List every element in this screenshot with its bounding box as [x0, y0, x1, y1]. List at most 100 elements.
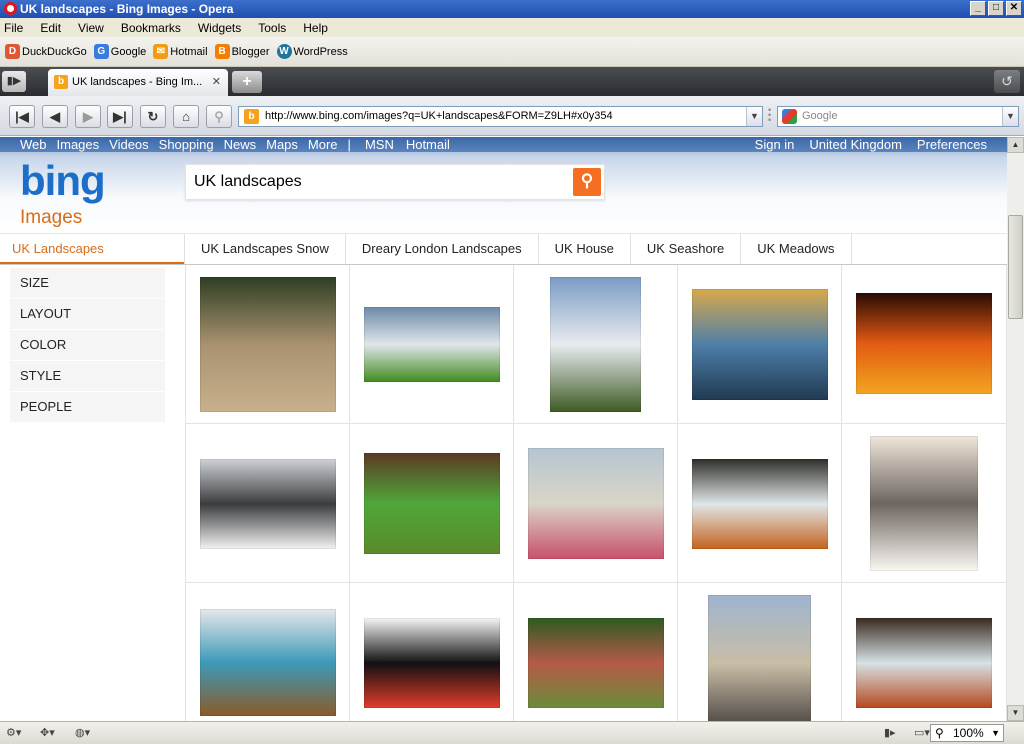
new-tab-button[interactable]: +	[232, 71, 262, 93]
image-result[interactable]	[186, 265, 350, 424]
nav-more[interactable]: More	[308, 137, 338, 153]
scroll-thumb[interactable]	[1008, 215, 1023, 319]
address-field[interactable]: b http://www.bing.com/images?q=UK+landsc…	[238, 106, 763, 127]
nav-maps[interactable]: Maps	[266, 137, 298, 153]
image-result[interactable]	[678, 265, 842, 424]
forward-button[interactable]: ▶	[75, 105, 101, 128]
security-icon[interactable]: ⚲	[206, 105, 232, 128]
image-result[interactable]	[350, 583, 514, 721]
nav-news[interactable]: News	[224, 137, 257, 153]
page-scrollbar[interactable]: ▲ ▼	[1007, 137, 1024, 721]
bookmark-duckduckgo[interactable]: D DuckDuckGo	[5, 44, 87, 59]
bookmark-google[interactable]: G Google	[93, 44, 146, 59]
close-button[interactable]: ✕	[1006, 1, 1022, 16]
menu-edit[interactable]: Edit	[40, 21, 61, 35]
menu-widgets[interactable]: Widgets	[198, 21, 241, 35]
town-hall-thumbnail[interactable]	[708, 595, 811, 721]
autumn-forest-thumbnail[interactable]	[856, 293, 992, 394]
frosty-tree-thumbnail[interactable]	[870, 436, 978, 571]
image-result[interactable]	[186, 424, 350, 583]
lawn-fence-thumbnail[interactable]	[364, 453, 500, 554]
back-button[interactable]: ◀	[42, 105, 68, 128]
image-result[interactable]	[350, 265, 514, 424]
menu-tools[interactable]: Tools	[258, 21, 286, 35]
bookmark-blogger[interactable]: B Blogger	[214, 44, 270, 59]
village-church-thumbnail[interactable]	[550, 277, 641, 412]
closed-tabs-icon[interactable]: ↺	[994, 70, 1020, 93]
poppy-art-thumbnail[interactable]	[200, 609, 336, 716]
menu-file[interactable]: File	[4, 21, 23, 35]
nav-web[interactable]: Web	[20, 137, 47, 153]
filter-people[interactable]: PEOPLE	[10, 392, 165, 423]
search-icon[interactable]: ⚲	[573, 168, 601, 196]
image-result[interactable]	[842, 424, 1007, 583]
snowy-lane-thumbnail[interactable]	[200, 459, 336, 549]
image-result[interactable]	[186, 583, 350, 721]
related-uk-landscapes-snow[interactable]: UK Landscapes Snow	[184, 234, 345, 264]
menu-bookmarks[interactable]: Bookmarks	[121, 21, 181, 35]
garden-patio-thumbnail[interactable]	[200, 277, 336, 412]
navigation-bar: |◀ ◀ ▶ ▶| ↻ ⌂ ⚲ b http://www.bing.com/im…	[0, 96, 1024, 136]
filter-layout[interactable]: LAYOUT	[10, 299, 165, 330]
fast-forward-button[interactable]: ▶|	[107, 105, 133, 128]
filter-style[interactable]: STYLE	[10, 361, 165, 392]
unite-icon[interactable]: ⚙▾	[6, 726, 32, 740]
watercolour-church-thumbnail[interactable]	[528, 448, 664, 559]
reload-button[interactable]: ↻	[140, 105, 166, 128]
tab-close-icon[interactable]: ✕	[212, 69, 221, 96]
minimize-button[interactable]: _	[970, 1, 986, 16]
related-active-uk-landscapes[interactable]: UK Landscapes	[0, 234, 184, 264]
scroll-up-icon[interactable]: ▲	[1007, 137, 1024, 153]
zoom-dropdown-icon[interactable]: ▼	[991, 725, 1000, 741]
nav-videos[interactable]: Videos	[109, 137, 149, 153]
rewind-button[interactable]: |◀	[9, 105, 35, 128]
widgets-icon[interactable]: ✥▾	[40, 726, 66, 740]
search-field[interactable]: Google ▼	[777, 106, 1019, 127]
bookmark-wordpress[interactable]: W WordPress	[276, 44, 348, 59]
filter-color[interactable]: COLOR	[10, 330, 165, 361]
circular-chart-thumbnail[interactable]	[364, 618, 500, 708]
image-result[interactable]	[514, 424, 678, 583]
image-result[interactable]	[678, 583, 842, 721]
nav-msn[interactable]: MSN	[365, 137, 394, 153]
search-dropdown-icon[interactable]: ▼	[1002, 107, 1018, 126]
green-field-tree-thumbnail[interactable]	[364, 307, 500, 382]
turbo-icon[interactable]: ◍▾	[75, 726, 101, 740]
related-uk-meadows[interactable]: UK Meadows	[740, 234, 852, 264]
image-result[interactable]	[678, 424, 842, 583]
scroll-down-icon[interactable]: ▼	[1007, 705, 1024, 721]
resize-grip-icon[interactable]: • • •	[768, 106, 773, 125]
related-dreary-london-landscapes[interactable]: Dreary London Landscapes	[344, 234, 538, 264]
nav-hotmail[interactable]: Hotmail	[406, 137, 450, 153]
zoom-control[interactable]: ⚲ 100% ▼	[930, 724, 1004, 742]
menu-view[interactable]: View	[78, 21, 104, 35]
home-button[interactable]: ⌂	[173, 105, 199, 128]
sign-in-link[interactable]: Sign in	[755, 137, 795, 152]
river-painting-thumbnail[interactable]	[692, 289, 828, 400]
country-link[interactable]: United Kingdom	[809, 137, 902, 152]
nav-images[interactable]: Images	[57, 137, 100, 153]
waterfall-rocks-thumbnail[interactable]	[856, 618, 992, 708]
menu-help[interactable]: Help	[303, 21, 328, 35]
image-result[interactable]	[842, 583, 1007, 721]
tab-bing-images[interactable]: b UK landscapes - Bing Im... ✕	[48, 69, 228, 96]
autumn-waterfall-thumbnail[interactable]	[692, 459, 828, 549]
image-result[interactable]	[514, 583, 678, 721]
nav-shopping[interactable]: Shopping	[159, 137, 214, 153]
bookmark-hotmail[interactable]: ✉ Hotmail	[153, 44, 208, 59]
address-dropdown-icon[interactable]: ▼	[746, 107, 762, 126]
garden-path-thumbnail[interactable]	[528, 618, 664, 708]
related-uk-seashore[interactable]: UK Seashore	[629, 234, 740, 264]
related-uk-house[interactable]: UK House	[537, 234, 630, 264]
maximize-button[interactable]: □	[988, 1, 1004, 16]
filter-size[interactable]: SIZE	[10, 268, 165, 299]
panel-toggle-button[interactable]: ▮▶	[2, 71, 26, 92]
image-result[interactable]	[842, 265, 1007, 424]
panel-icon[interactable]: ▮▸	[884, 726, 910, 740]
bing-search-input[interactable]: UK landscapes ⚲	[185, 164, 605, 200]
image-result[interactable]	[350, 424, 514, 583]
image-result[interactable]	[514, 265, 678, 424]
bing-favicon-icon: b	[244, 109, 259, 124]
bing-logo[interactable]: bing	[20, 160, 106, 202]
preferences-link[interactable]: Preferences	[917, 137, 987, 152]
